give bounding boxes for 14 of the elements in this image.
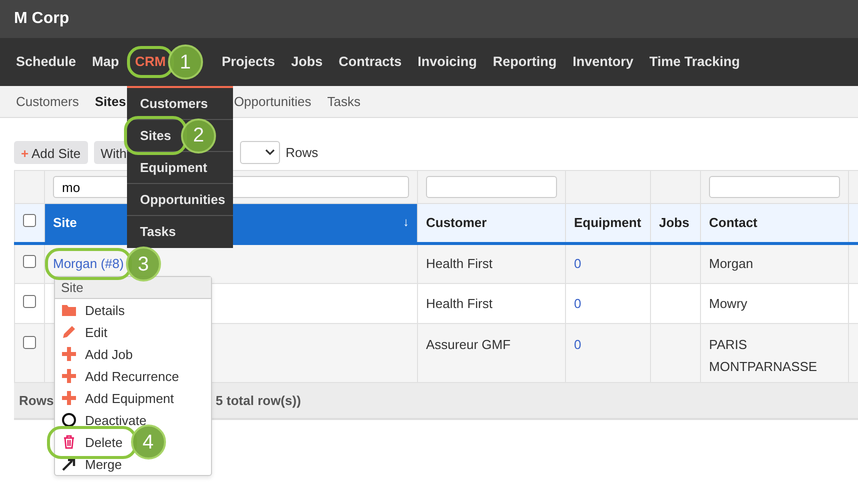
row-count: 5 total row(s)) bbox=[216, 392, 301, 410]
step-number-badge: 4 bbox=[130, 424, 166, 460]
table-cell: PARIS MONTPARNASSE bbox=[709, 337, 818, 374]
step-number-badge: 1 bbox=[168, 44, 203, 80]
table-cell: Health First bbox=[426, 256, 492, 272]
menu-header: Site bbox=[55, 277, 211, 299]
table-cell: Mowry bbox=[709, 296, 748, 311]
rows-label: Rows bbox=[286, 144, 318, 162]
table-cell: Assureur GMF bbox=[426, 337, 511, 352]
table-cell: Health First bbox=[426, 296, 492, 311]
footer-label: Rows bbox=[19, 392, 54, 410]
step-number-badge: 2 bbox=[181, 118, 216, 153]
app-title: M Corp bbox=[14, 9, 70, 29]
table-cell: Morgan bbox=[709, 256, 754, 272]
